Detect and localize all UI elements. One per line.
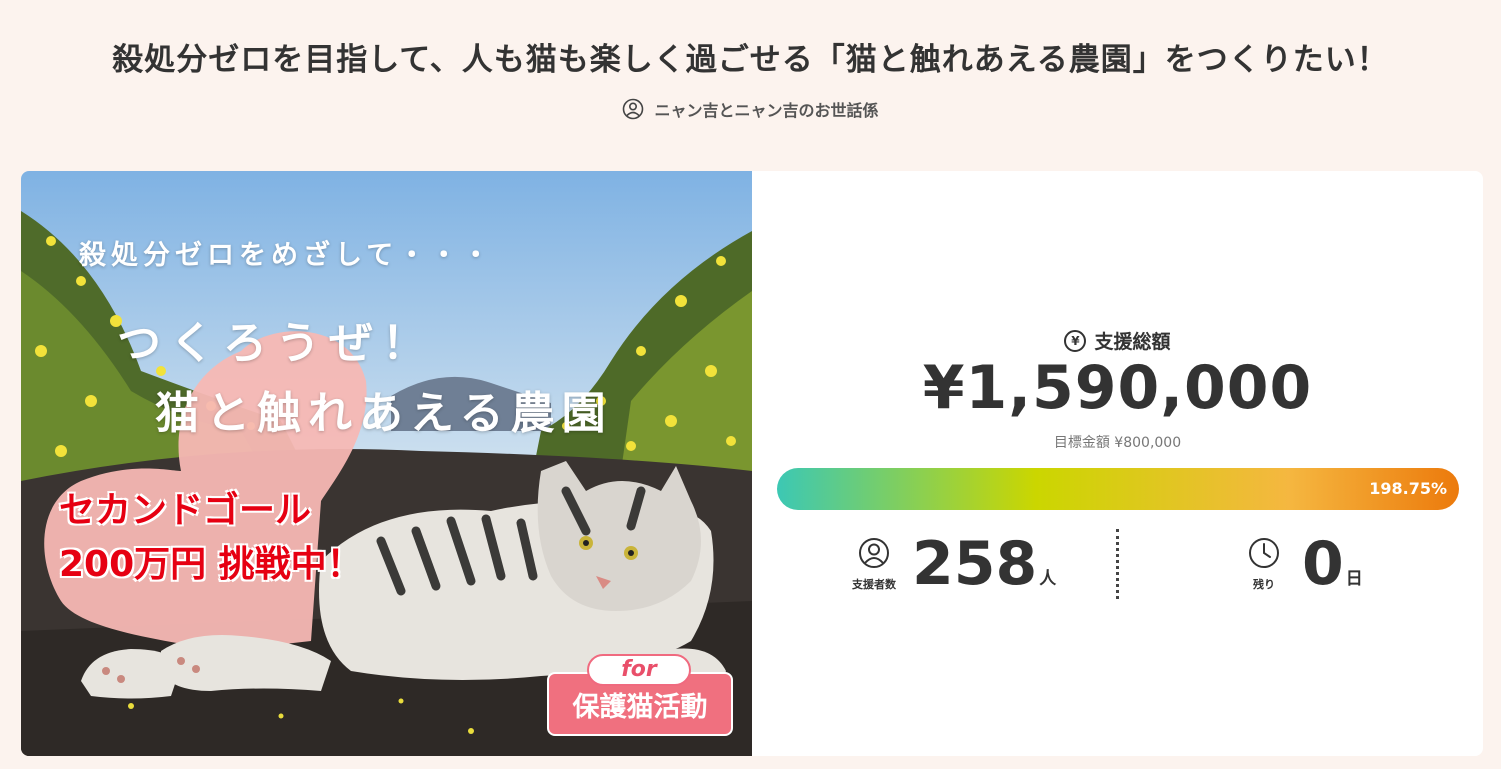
- user-icon: [622, 98, 644, 120]
- clock-icon: [1248, 537, 1280, 573]
- hero-caption-1: 殺処分ゼロをめざして・・・: [79, 240, 495, 271]
- second-goal-amount: 200万円 挑戦中！: [59, 544, 363, 585]
- total-label-text: 支援総額: [1094, 331, 1171, 353]
- supporters-caption: 支援者数: [852, 577, 896, 591]
- yen-icon: ¥: [1064, 329, 1087, 352]
- page-title: 殺処分ゼロを目指して、人も猫も楽しく過ごせる「猫と触れあえる農園」をつくりたい！: [112, 42, 1389, 78]
- goal-amount: 目標金額 ¥800,000: [1053, 435, 1182, 451]
- remaining-days: 0: [1302, 529, 1344, 599]
- hero-caption-3: 猫と触れあえる農園: [155, 388, 613, 439]
- for-badge: for: [587, 654, 691, 686]
- remaining-caption: 残り: [1253, 577, 1275, 591]
- progress-bar: 198.75%: [777, 468, 1459, 510]
- remaining-unit: 日: [1345, 569, 1363, 589]
- stats-divider: [1116, 529, 1119, 599]
- hero-image: 殺処分ゼロをめざして・・・ つくろうぜ！ 猫と触れあえる農園 セカンドゴール 2…: [21, 171, 752, 756]
- owner-name[interactable]: ニャン吉とニャン吉のお世話係: [654, 97, 878, 121]
- supporters-unit: 人: [1039, 569, 1057, 589]
- project-owner[interactable]: ニャン吉とニャン吉のお世話係: [0, 97, 1501, 121]
- supporters-count: 258: [912, 529, 1038, 599]
- hero-caption-2: つくろうぜ！: [117, 318, 435, 369]
- total-label: ¥ 支援総額: [752, 327, 1483, 354]
- supporters-stat: 支援者数 258 人: [846, 531, 1056, 597]
- person-icon: [858, 537, 890, 573]
- total-amount: ¥1,590,000: [922, 353, 1313, 423]
- remaining-stat: 残り 0 日: [1236, 531, 1363, 597]
- second-goal-text: セカンドゴール: [59, 490, 312, 531]
- progress-fill: [777, 468, 1459, 510]
- project-card: 殺処分ゼロをめざして・・・ つくろうぜ！ 猫と触れあえる農園 セカンドゴール 2…: [21, 171, 1483, 756]
- funding-stats: ¥ 支援総額 ¥1,590,000 目標金額 ¥800,000 198.75% …: [752, 171, 1483, 756]
- progress-percent: 198.75%: [1369, 479, 1447, 498]
